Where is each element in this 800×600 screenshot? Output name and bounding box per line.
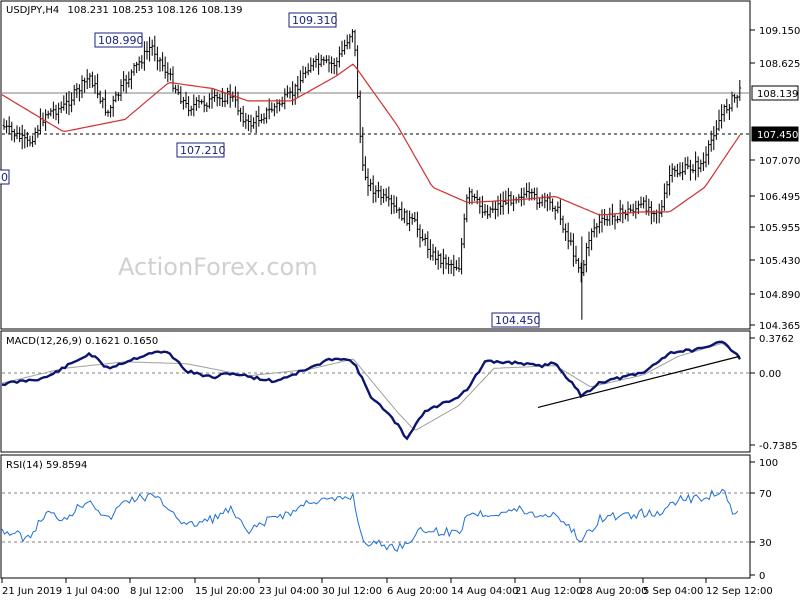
y-tick: 0	[759, 571, 765, 582]
chart-window: ActionForex.com USDJPY,H4 108.231 108.25…	[0, 0, 800, 600]
high-tag-108990: 108.990	[94, 32, 144, 48]
tag-label: 107.210	[180, 144, 226, 157]
y-tick: 105.955	[759, 223, 800, 234]
y-tick: 108.625	[759, 59, 800, 70]
macd-title: MACD(12,26,9) 0.1621 0.1650	[6, 336, 158, 347]
x-tick-label: 12 Sep 12:00	[706, 586, 773, 597]
low-tag-104450: 104.450	[491, 312, 541, 328]
x-tick-label: 21 Aug 12:00	[515, 586, 582, 597]
x-tick-label: 28 Aug 20:00	[580, 586, 647, 597]
x-tick-label: 15 Jul 20:00	[195, 586, 255, 597]
x-tick-label: 1 Jul 04:00	[66, 586, 120, 597]
y-tick: 109.150	[759, 26, 800, 37]
y-tick: 70	[759, 489, 772, 500]
tag-label: 109.310	[292, 14, 338, 27]
y-tick: 106.495	[759, 192, 800, 203]
background	[0, 0, 800, 600]
x-tick-label: 30 Jul 12:00	[322, 586, 382, 597]
ohlc-text: 108.231 108.253 108.126 108.139	[67, 5, 242, 16]
rsi-title: RSI(14) 59.8594	[6, 460, 87, 471]
chart-symbol: USDJPY,H4 108.231 108.253 108.126 108.13…	[6, 5, 242, 16]
tag-label: 104.450	[495, 314, 541, 327]
high-tag-109310: 109.310	[288, 12, 338, 28]
y-tick: 100	[759, 458, 778, 469]
y-tick: 105.430	[759, 256, 800, 267]
x-tick-label: 6 Aug 20:00	[387, 586, 448, 597]
x-tick-label: 21 Jun 2019	[2, 586, 62, 597]
offscreen-tag: 0	[0, 169, 10, 185]
current-price-tag: 108.139	[751, 85, 799, 101]
y-tick: 0.00	[759, 369, 781, 380]
y-tick: 0.3762	[759, 334, 794, 345]
y-tick: 30	[759, 538, 772, 549]
y-tick: 107.070	[759, 156, 800, 167]
x-tick-label: 8 Jul 12:00	[130, 586, 184, 597]
y-tick: 104.890	[759, 290, 800, 301]
x-tick-label: 23 Jul 04:00	[259, 586, 319, 597]
support-price-label: 107.450	[757, 130, 798, 141]
symbol-text: USDJPY,H4	[6, 5, 59, 16]
x-tick-label: 14 Aug 04:00	[451, 586, 518, 597]
support-price-tag: 107.450	[751, 126, 799, 142]
low-tag-107210: 107.210	[176, 142, 226, 158]
svg-text:0: 0	[1, 171, 8, 184]
y-tick: 104.365	[759, 321, 800, 332]
current-price-label: 108.139	[757, 89, 798, 100]
watermark: ActionForex.com	[118, 253, 318, 281]
x-tick-label: 5 Sep 04:00	[643, 586, 703, 597]
tag-label: 108.990	[98, 34, 144, 47]
y-tick: -0.7385	[759, 441, 798, 452]
